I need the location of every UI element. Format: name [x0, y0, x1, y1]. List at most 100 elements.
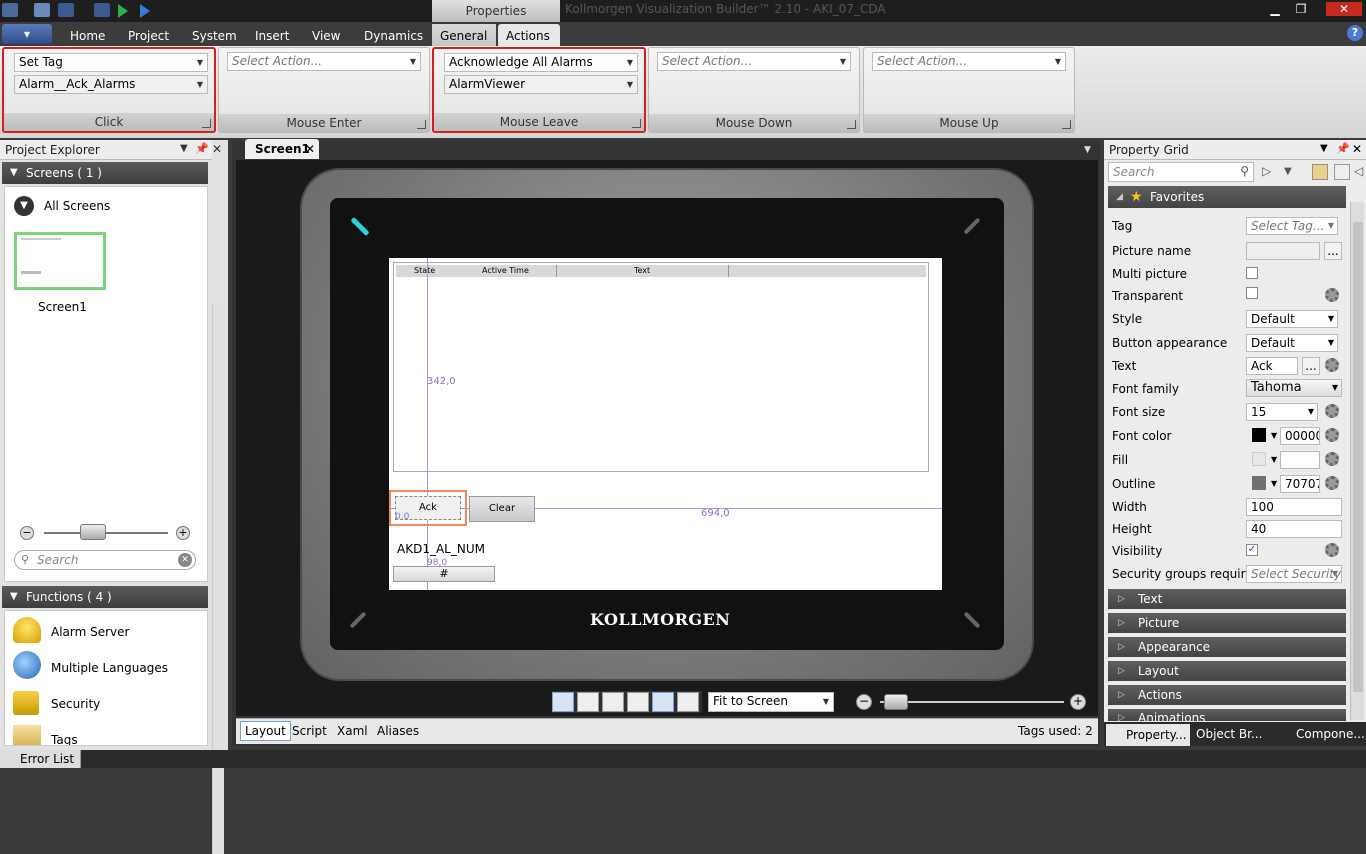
dropdown-icon[interactable]: ▼ [1320, 143, 1328, 154]
font-family-select[interactable]: Tahoma ▼ [1246, 379, 1342, 397]
help-icon[interactable]: ? [1347, 25, 1363, 41]
close-tab-icon[interactable]: ✕ [305, 139, 315, 159]
zoom-in-icon[interactable]: + [1070, 694, 1086, 710]
mouse-down-action-dropdown[interactable]: Select Action... ▼ [657, 52, 851, 71]
expand-icon[interactable] [632, 119, 641, 128]
category-appearance[interactable]: ▷ Appearance [1108, 637, 1346, 657]
pin-icon[interactable]: 📌 [1336, 142, 1350, 155]
tab-layout[interactable]: Layout [240, 721, 291, 741]
save-icon[interactable] [34, 3, 50, 17]
column-state[interactable]: State [414, 265, 435, 277]
chevron-down-icon[interactable]: ▼ [14, 196, 34, 216]
mouse-up-action-dropdown[interactable]: Select Action... ▼ [872, 52, 1066, 71]
clear-search-icon[interactable]: ✕ [178, 553, 192, 567]
multi-picture-checkbox[interactable] [1246, 267, 1258, 279]
close-icon[interactable]: ✕ [1352, 142, 1362, 156]
text-icon[interactable] [627, 692, 649, 712]
transparent-checkbox[interactable] [1246, 287, 1258, 299]
gear-icon[interactable] [1325, 288, 1339, 302]
click-action-dropdown[interactable]: Set Tag ▼ [14, 53, 208, 72]
filter-dropdown-icon[interactable]: ▼ [1284, 166, 1292, 177]
explorer-scrollbar[interactable] [212, 304, 224, 854]
column-active-time[interactable]: Active Time [482, 265, 529, 277]
category-picture[interactable]: ▷ Picture [1108, 613, 1346, 633]
tab-dynamics[interactable]: Dynamics [356, 24, 431, 46]
tooltip-icon[interactable] [577, 692, 599, 712]
tab-script[interactable]: Script [292, 722, 327, 740]
alphabetical-icon[interactable] [1334, 164, 1350, 180]
tab-aliases[interactable]: Aliases [377, 722, 419, 740]
tab-general[interactable]: General [432, 24, 496, 46]
fill-swatch[interactable] [1252, 452, 1266, 466]
expand-icon[interactable] [1062, 120, 1071, 129]
tab-system[interactable]: System [184, 24, 245, 46]
tag-value-field[interactable]: # [393, 566, 495, 582]
tab-object-browser[interactable]: Object Br... [1196, 724, 1262, 744]
functions-header[interactable]: ▼ Functions ( 4 ) [2, 586, 208, 608]
screen-search-input[interactable]: ⚲ Search ✕ [14, 550, 196, 570]
all-screens-label[interactable]: All Screens [44, 199, 110, 213]
gear-icon[interactable] [1325, 452, 1339, 466]
measure-icon[interactable] [677, 692, 699, 712]
zoom-mode-dropdown[interactable]: Fit to Screen ▼ [708, 692, 834, 712]
width-input[interactable]: 100 [1246, 498, 1342, 516]
mouse-enter-action-dropdown[interactable]: Select Action... ▼ [227, 52, 421, 71]
text-edit-button[interactable]: ... [1302, 357, 1320, 375]
simulate-icon[interactable] [140, 4, 150, 18]
close-button[interactable]: ✕ [1326, 2, 1362, 16]
tab-insert[interactable]: Insert [247, 24, 297, 46]
function-security[interactable]: Security [51, 697, 100, 711]
zoom-out-icon[interactable]: − [856, 694, 872, 710]
grid-icon[interactable] [552, 692, 574, 712]
screen-icon[interactable] [652, 692, 674, 712]
close-icon[interactable]: ✕ [212, 142, 222, 156]
security-select[interactable]: Select Security ▼ [1246, 565, 1342, 583]
font-color-swatch[interactable] [1252, 428, 1266, 442]
column-text[interactable]: Text [634, 265, 650, 277]
run-icon[interactable] [118, 4, 128, 18]
picture-name-input[interactable] [1246, 242, 1320, 260]
style-select[interactable]: Default ▼ [1246, 310, 1338, 328]
category-animations[interactable]: ▷ Animations [1108, 709, 1346, 721]
tab-xaml[interactable]: Xaml [337, 722, 368, 740]
text-input[interactable]: Ack [1246, 357, 1298, 375]
height-input[interactable]: 40 [1246, 520, 1342, 538]
collapse-icon[interactable]: ◁ [1354, 164, 1363, 178]
category-actions[interactable]: ▷ Actions [1108, 685, 1346, 705]
dropdown-icon[interactable]: ▼ [180, 143, 188, 154]
function-alarm-server[interactable]: Alarm Server [51, 625, 129, 639]
outline-input[interactable]: 707070 [1280, 475, 1320, 493]
dropdown-icon[interactable]: ▼ [1271, 473, 1277, 495]
visibility-checkbox[interactable]: ✓ [1246, 544, 1258, 556]
document-tab-screen1[interactable]: Screen1 ✕ [245, 139, 319, 159]
expand-icon[interactable] [847, 120, 856, 129]
redo-icon[interactable] [94, 3, 110, 17]
zoom-in-icon[interactable]: + [176, 526, 190, 540]
category-text[interactable]: ▷ Text [1108, 589, 1346, 609]
screens-header[interactable]: ▼ Screens ( 1 ) [2, 162, 208, 184]
undo-icon[interactable] [58, 3, 74, 17]
click-param-dropdown[interactable]: Alarm__Ack_Alarms ▼ [14, 75, 208, 94]
tab-project[interactable]: Project [120, 24, 177, 46]
property-scrollbar[interactable] [1350, 202, 1364, 720]
outline-swatch[interactable] [1252, 476, 1266, 490]
gear-icon[interactable] [1325, 543, 1339, 557]
categorized-icon[interactable] [1312, 164, 1328, 180]
fill-input[interactable] [1280, 451, 1320, 469]
clear-button[interactable]: Clear [469, 496, 535, 522]
canvas-slider-thumb[interactable] [884, 694, 908, 710]
category-layout[interactable]: ▷ Layout [1108, 661, 1346, 681]
expand-icon[interactable] [417, 120, 426, 129]
tab-actions[interactable]: Actions [498, 24, 560, 46]
picture-browse-button[interactable]: ... [1324, 242, 1342, 260]
property-search-input[interactable]: Search ⚲ [1108, 162, 1254, 182]
pin-icon[interactable]: 📌 [195, 142, 209, 155]
tab-view[interactable]: View [304, 24, 348, 46]
slider-thumb[interactable] [80, 524, 106, 540]
function-tags[interactable]: Tags [51, 733, 78, 745]
screen1-thumbnail[interactable] [14, 232, 106, 290]
gear-icon[interactable] [1325, 428, 1339, 442]
thumbnail-zoom-slider[interactable] [44, 532, 168, 534]
doc-list-dropdown-icon[interactable]: ▼ [1084, 145, 1091, 155]
maximize-button[interactable]: ❐ [1288, 2, 1314, 16]
